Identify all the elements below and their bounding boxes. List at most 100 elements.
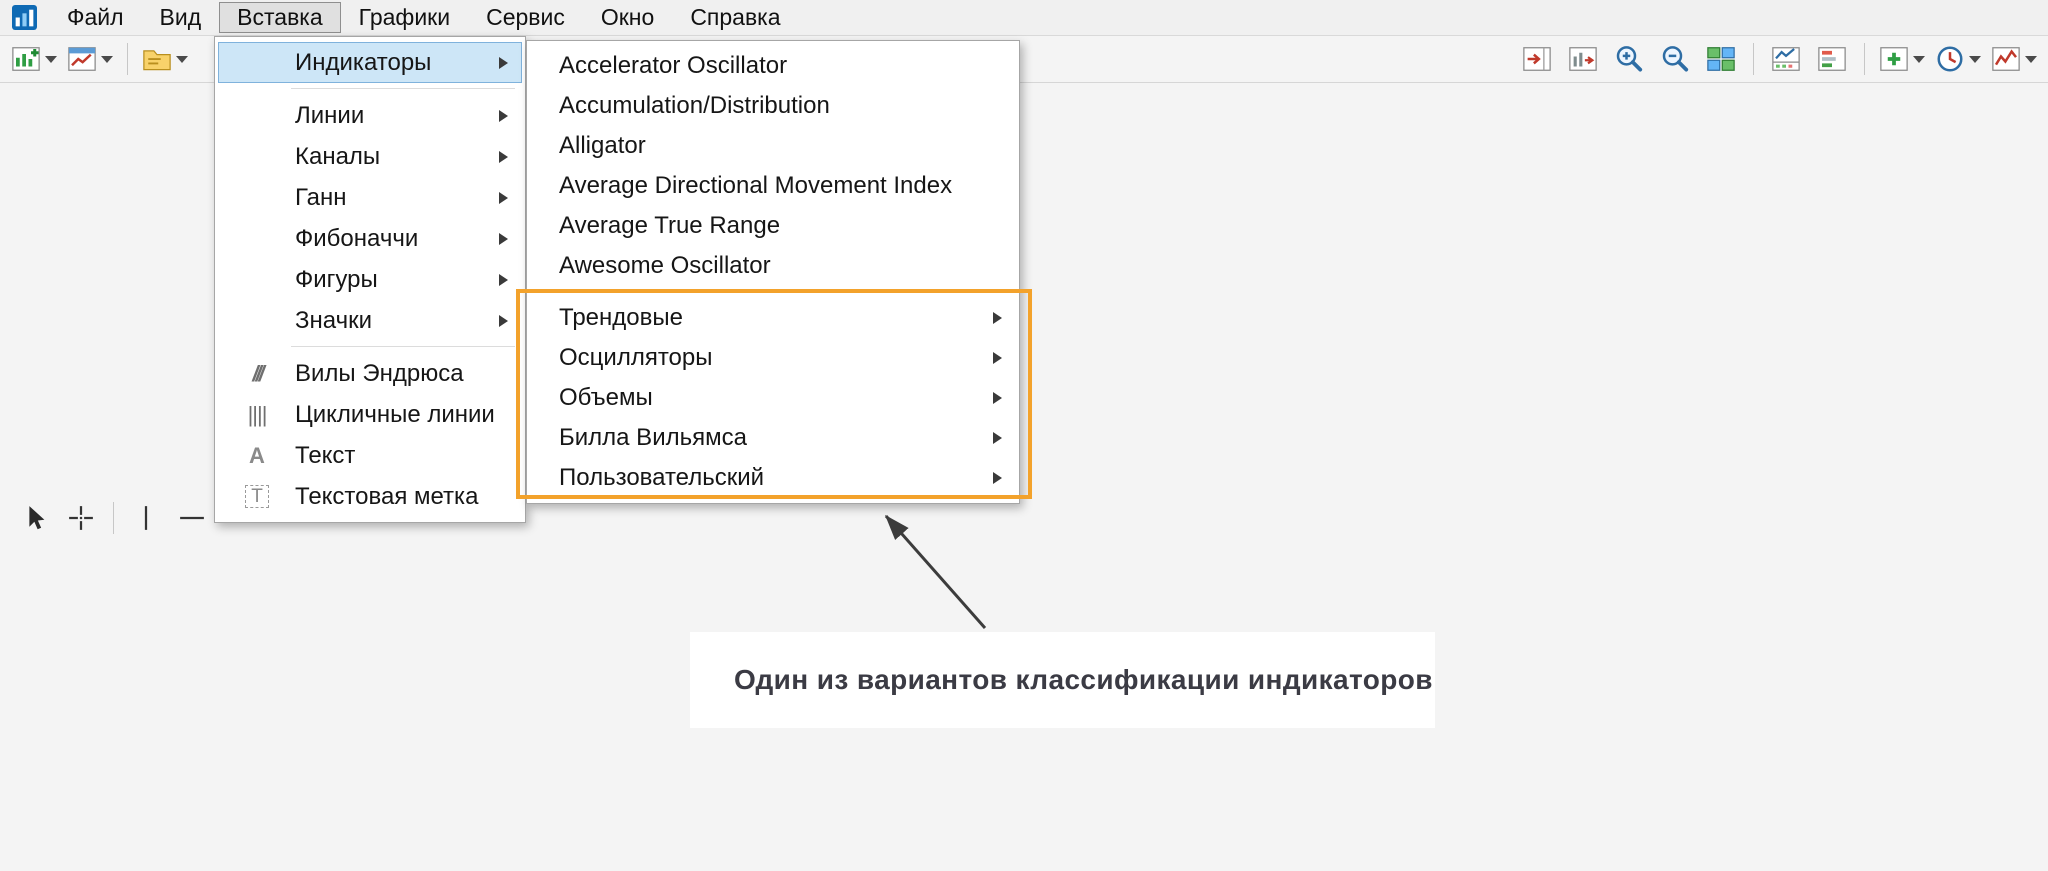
insert-menu-item-channels[interactable]: Каналы: [218, 136, 522, 177]
new-order-button[interactable]: [1874, 39, 1930, 79]
cursor-icon: [20, 503, 50, 533]
annotation-box: Один из вариантов классификации индикато…: [690, 632, 1435, 728]
cycle-lines-icon: ||||: [233, 402, 281, 428]
toolbar-separator: [1864, 43, 1865, 75]
annotation-highlight-box: [516, 289, 1032, 499]
menu-file[interactable]: Файл: [49, 2, 142, 33]
chart-shift-icon: [1522, 44, 1552, 74]
insert-menu-item-lines[interactable]: Линии: [218, 95, 522, 136]
text-icon: A: [233, 443, 281, 469]
menu-separator: [291, 88, 515, 89]
toolbar-separator: [113, 502, 114, 534]
menu-item-label: Каналы: [295, 143, 380, 171]
menubar: ФайлВидВставкаГрафикиСервисОкноСправка: [0, 0, 2048, 36]
menu-item-label: Фибоначчи: [295, 225, 418, 253]
metatrader-window: ФайлВидВставкаГрафикиСервисОкноСправка О…: [0, 0, 2048, 871]
menu-window[interactable]: Окно: [583, 2, 672, 33]
submenu-item-average-directional-movement-index[interactable]: Average Directional Movement Index: [530, 166, 1016, 206]
insert-menu: Индикаторы Линии Каналы Ганн Фибоначчи Фигуры…: [214, 36, 526, 523]
menu-view[interactable]: Вид: [142, 2, 220, 33]
zoom-out-icon: [1660, 44, 1690, 74]
submenu-item-average-true-range[interactable]: Average True Range: [530, 206, 1016, 246]
submenu-item-awesome-oscillator[interactable]: Awesome Oscillator: [530, 246, 1016, 286]
menu-item-label: Цикличные линии: [295, 401, 495, 429]
dropdown-caret-icon[interactable]: [45, 56, 57, 63]
submenu-arrow-icon: [499, 57, 508, 69]
menu-insert[interactable]: Вставка: [219, 2, 341, 33]
timeframes-icon: [1935, 44, 1965, 74]
menu-item-label: Accelerator Oscillator: [559, 52, 787, 80]
menubar-items: ФайлВидВставкаГрафикиСервисОкноСправка: [49, 0, 799, 35]
zoom-in-button[interactable]: [1606, 39, 1652, 79]
menu-separator: [291, 346, 515, 347]
profiles-button[interactable]: [62, 39, 118, 79]
submenu-arrow-icon: [499, 274, 508, 286]
auto-scroll-icon: [1568, 44, 1598, 74]
horizontal-line-icon: [177, 503, 207, 533]
new-chart-button[interactable]: [6, 39, 62, 79]
insert-menu-item-shapes[interactable]: Фигуры: [218, 259, 522, 300]
insert-menu-item-cycle-lines[interactable]: |||| Цикличные линии: [218, 394, 522, 435]
templates-button[interactable]: [137, 39, 193, 79]
insert-menu-item-text[interactable]: A Текст: [218, 435, 522, 476]
horizontal-line-button[interactable]: [169, 498, 215, 538]
indicators-icon: [1991, 44, 2021, 74]
menu-help[interactable]: Справка: [672, 2, 798, 33]
crosshair-button[interactable]: [58, 498, 104, 538]
zoom-in-icon: [1614, 44, 1644, 74]
dropdown-caret-icon[interactable]: [1969, 56, 1981, 63]
menu-charts[interactable]: Графики: [341, 2, 468, 33]
templates-icon: [142, 44, 172, 74]
menu-item-label: Текст: [295, 442, 355, 470]
tile-windows-icon: [1706, 44, 1736, 74]
auto-scroll-button[interactable]: [1560, 39, 1606, 79]
tile-windows-button[interactable]: [1698, 39, 1744, 79]
insert-menu-item-text-label[interactable]: T Текстовая метка: [218, 476, 522, 517]
menu-item-label: Значки: [295, 307, 372, 335]
profiles-icon: [67, 44, 97, 74]
submenu-arrow-icon: [499, 192, 508, 204]
depth-of-market-button[interactable]: [1809, 39, 1855, 79]
insert-menu-item-andrews-pitchfork[interactable]: ///Вилы Эндрюса: [218, 353, 522, 394]
dropdown-caret-icon[interactable]: [1913, 56, 1925, 63]
zoom-out-button[interactable]: [1652, 39, 1698, 79]
menu-item-label: Фигуры: [295, 266, 378, 294]
insert-menu-item-arrows[interactable]: Значки: [218, 300, 522, 341]
toolbar-separator: [127, 43, 128, 75]
timeframes-button[interactable]: [1930, 39, 1986, 79]
submenu-item-accelerator-oscillator[interactable]: Accelerator Oscillator: [530, 46, 1016, 86]
annotation-text: Один из вариантов классификации индикато…: [734, 664, 1433, 696]
dropdown-caret-icon[interactable]: [2025, 56, 2037, 63]
new-chart-icon: [11, 44, 41, 74]
submenu-arrow-icon: [499, 110, 508, 122]
text-label-icon: T: [233, 486, 281, 508]
submenu-item-alligator[interactable]: Alligator: [530, 126, 1016, 166]
depth-of-market-icon: [1817, 44, 1847, 74]
app-logo-icon: [12, 5, 37, 30]
indicators-button[interactable]: [1986, 39, 2042, 79]
vertical-line-button[interactable]: [123, 498, 169, 538]
insert-menu-item-gann[interactable]: Ганн: [218, 177, 522, 218]
menu-item-label: Alligator: [559, 132, 646, 160]
menu-item-label: Ганн: [295, 184, 347, 212]
menu-item-label: Индикаторы: [295, 49, 431, 77]
insert-menu-item-indicators[interactable]: Индикаторы: [218, 42, 522, 83]
submenu-arrow-icon: [499, 233, 508, 245]
strategy-tester-button[interactable]: [1763, 39, 1809, 79]
menu-item-label: Average True Range: [559, 212, 780, 240]
submenu-arrow-icon: [499, 315, 508, 327]
menu-service[interactable]: Сервис: [468, 2, 583, 33]
vertical-line-icon: [131, 503, 161, 533]
menu-item-label: Текстовая метка: [295, 483, 478, 511]
submenu-item-accumulation-distribution[interactable]: Accumulation/Distribution: [530, 86, 1016, 126]
insert-menu-item-fibonacci[interactable]: Фибоначчи: [218, 218, 522, 259]
chart-shift-button[interactable]: [1514, 39, 1560, 79]
toolbar-separator: [1753, 43, 1754, 75]
menu-item-label: Awesome Oscillator: [559, 252, 771, 280]
submenu-arrow-icon: [499, 151, 508, 163]
menu-item-label: Accumulation/Distribution: [559, 92, 830, 120]
dropdown-caret-icon[interactable]: [101, 56, 113, 63]
dropdown-caret-icon[interactable]: [176, 56, 188, 63]
new-order-icon: [1879, 44, 1909, 74]
cursor-button[interactable]: [12, 498, 58, 538]
